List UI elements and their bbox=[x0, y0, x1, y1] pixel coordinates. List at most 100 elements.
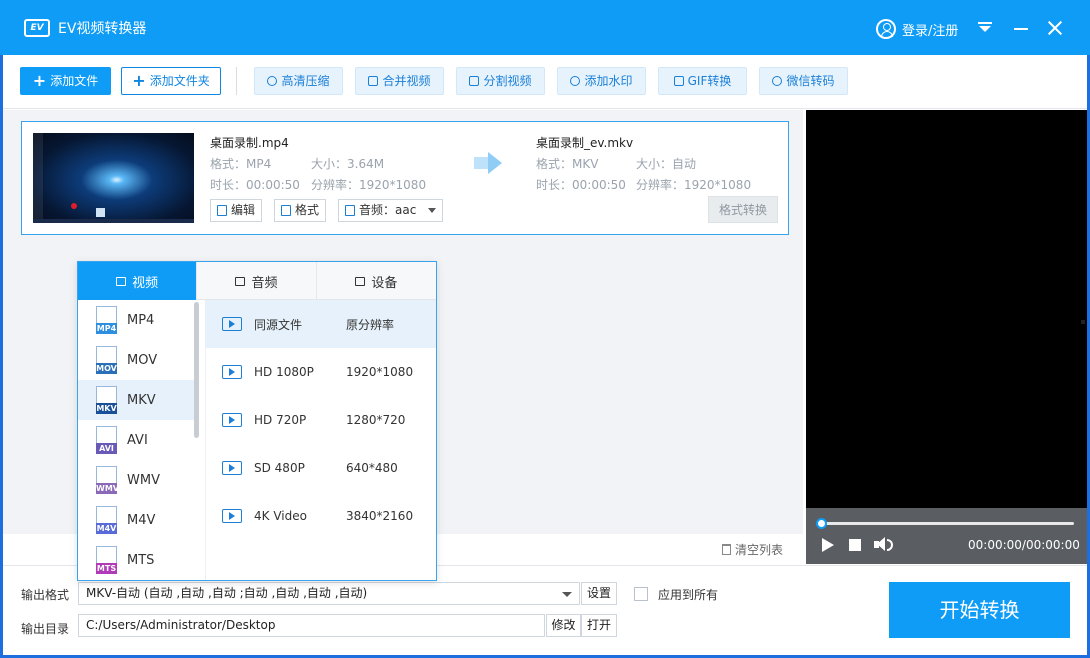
format-label: WMV bbox=[127, 472, 160, 488]
format-label: MTS bbox=[127, 552, 155, 568]
output-dir-input[interactable]: C:/Users/Administrator/Desktop bbox=[78, 614, 545, 637]
preset-resolution: 640*480 bbox=[346, 461, 398, 475]
output-format-select[interactable]: MKV-自动 (自动 ,自动 ,自动 ;自动 ,自动 ,自动 ,自动) bbox=[78, 582, 580, 605]
plus-icon: + bbox=[32, 71, 47, 90]
progress-bar[interactable] bbox=[822, 522, 1074, 525]
chevron-down-icon bbox=[428, 208, 437, 213]
compress-button[interactable]: 高清压缩 bbox=[254, 67, 343, 95]
compress-icon bbox=[267, 76, 278, 86]
add-folder-label: 添加文件夹 bbox=[149, 74, 210, 88]
preset-name: 4K Video bbox=[254, 509, 307, 523]
preset-list: 同源文件 原分辨率 HD 1080P 1920*1080 HD 720P 128… bbox=[205, 300, 436, 580]
source-resolution: 分辨率：1920*1080 bbox=[311, 178, 427, 192]
wechat-button[interactable]: 微信转码 bbox=[759, 67, 848, 95]
format-label: M4V bbox=[127, 512, 156, 528]
format-item-mkv[interactable]: MKV MKV bbox=[78, 380, 196, 420]
format-item-mp4[interactable]: MP4 MP4 bbox=[78, 300, 196, 340]
progress-handle[interactable] bbox=[816, 518, 827, 529]
format-item-avi[interactable]: AVI AVI bbox=[78, 420, 196, 460]
login-label: 登录/注册 bbox=[902, 23, 959, 39]
format-list-scrollbar[interactable] bbox=[194, 302, 199, 438]
preset-item-720p[interactable]: HD 720P 1280*720 bbox=[206, 396, 436, 444]
tab-video-label: 视频 bbox=[132, 275, 159, 291]
preset-item-1080p[interactable]: HD 1080P 1920*1080 bbox=[206, 348, 436, 396]
thumbnail-record-dot bbox=[71, 203, 77, 209]
format-convert-button[interactable]: 格式转换 bbox=[708, 196, 778, 223]
app-title: EV视频转换器 bbox=[58, 21, 147, 37]
preset-name: SD 480P bbox=[254, 461, 305, 475]
watermark-label: 添加水印 bbox=[584, 74, 633, 88]
open-button[interactable]: 打开 bbox=[581, 614, 617, 637]
output-format-value: MKV-自动 (自动 ,自动 ,自动 ;自动 ,自动 ,自动 ,自动) bbox=[86, 586, 368, 600]
clear-list-button[interactable]: 清空列表 bbox=[722, 541, 783, 558]
video-icon bbox=[116, 276, 127, 286]
preset-resolution: 原分辨率 bbox=[346, 317, 395, 332]
clear-list-label: 清空列表 bbox=[735, 543, 784, 557]
source-duration: 时长：00:00:50 bbox=[210, 178, 300, 192]
wechat-icon bbox=[772, 76, 783, 86]
title-bar: EV EV视频转换器 登录/注册 bbox=[0, 0, 1090, 55]
compress-label: 高清压缩 bbox=[281, 74, 330, 88]
preset-name: 同源文件 bbox=[254, 317, 303, 332]
source-format: 格式：MP4 bbox=[210, 157, 272, 171]
minimize-icon[interactable] bbox=[1010, 16, 1034, 40]
user-icon bbox=[876, 19, 896, 39]
format-button[interactable]: 格式 bbox=[274, 199, 327, 222]
convert-arrow-icon bbox=[474, 152, 504, 174]
mp4-file-icon: MP4 bbox=[96, 306, 117, 334]
m4v-file-icon: M4V bbox=[96, 506, 117, 534]
modify-button[interactable]: 修改 bbox=[546, 614, 581, 637]
format-label: MKV bbox=[127, 392, 156, 408]
play-icon bbox=[222, 365, 242, 379]
play-icon[interactable] bbox=[820, 537, 836, 553]
format-item-m4v[interactable]: M4V M4V bbox=[78, 500, 196, 540]
split-button[interactable]: 分割视频 bbox=[456, 67, 545, 95]
preset-item-480p[interactable]: SD 480P 640*480 bbox=[206, 444, 436, 492]
play-icon bbox=[222, 461, 242, 475]
source-size: 大小：3.64M bbox=[311, 157, 385, 171]
preset-item-source[interactable]: 同源文件 原分辨率 bbox=[206, 300, 436, 348]
format-item-wmv[interactable]: WMV WMV bbox=[78, 460, 196, 500]
apply-all-checkbox[interactable] bbox=[634, 587, 648, 601]
add-folder-button[interactable]: + 添加文件夹 bbox=[121, 67, 221, 95]
menu-icon[interactable] bbox=[974, 16, 998, 40]
file-icon bbox=[281, 205, 291, 216]
split-icon bbox=[469, 76, 480, 86]
gif-button[interactable]: GIF转换 bbox=[658, 67, 747, 95]
format-item-mov[interactable]: MOV MOV bbox=[78, 340, 196, 380]
preset-item-4k[interactable]: 4K Video 3840*2160 bbox=[206, 492, 436, 540]
watermark-button[interactable]: 添加水印 bbox=[557, 67, 646, 95]
preset-resolution: 3840*2160 bbox=[346, 509, 414, 523]
target-resolution: 分辨率：1920*1080 bbox=[636, 178, 752, 192]
add-file-button[interactable]: + 添加文件 bbox=[20, 67, 111, 95]
audio-select[interactable]: 音频：aac bbox=[338, 199, 444, 222]
tab-video[interactable]: 视频 bbox=[78, 262, 198, 300]
tab-device[interactable]: 设备 bbox=[317, 262, 436, 300]
file-item[interactable]: 桌面录制.mp4 格式：MP4 大小：3.64M 时长：00:00:50 分辨率… bbox=[21, 121, 789, 235]
merge-button[interactable]: 合并视频 bbox=[355, 67, 444, 95]
tab-device-label: 设备 bbox=[371, 275, 398, 291]
toolbar-divider bbox=[236, 67, 237, 95]
login-button[interactable]: 登录/注册 bbox=[876, 18, 958, 40]
play-icon bbox=[222, 317, 242, 331]
plus-icon: + bbox=[132, 71, 146, 90]
player-time: 00:00:00/00:00:00 bbox=[968, 538, 1080, 552]
output-dir-label: 输出目录 bbox=[21, 622, 70, 636]
add-file-label: 添加文件 bbox=[50, 74, 99, 88]
gif-icon bbox=[673, 76, 684, 86]
audio-icon bbox=[345, 205, 355, 216]
target-format: 格式：MKV bbox=[536, 157, 599, 171]
tab-audio[interactable]: 音频 bbox=[197, 262, 317, 300]
start-convert-button[interactable]: 开始转换 bbox=[889, 582, 1070, 638]
close-icon[interactable] bbox=[1044, 16, 1068, 40]
gif-label: GIF转换 bbox=[687, 74, 732, 88]
edit-label: 编辑 bbox=[231, 203, 256, 217]
video-thumbnail bbox=[33, 133, 194, 223]
settings-button[interactable]: 设置 bbox=[581, 582, 617, 605]
format-item-mts[interactable]: MTS MTS bbox=[78, 540, 196, 580]
edit-button[interactable]: 编辑 bbox=[210, 199, 263, 222]
stop-icon[interactable] bbox=[849, 539, 861, 551]
apply-all-label: 应用到所有 bbox=[658, 588, 719, 602]
format-list: MP4 MP4 MOV MOV MKV MKV AVI AVI WMV WMV … bbox=[78, 300, 196, 580]
mov-file-icon: MOV bbox=[96, 346, 117, 374]
